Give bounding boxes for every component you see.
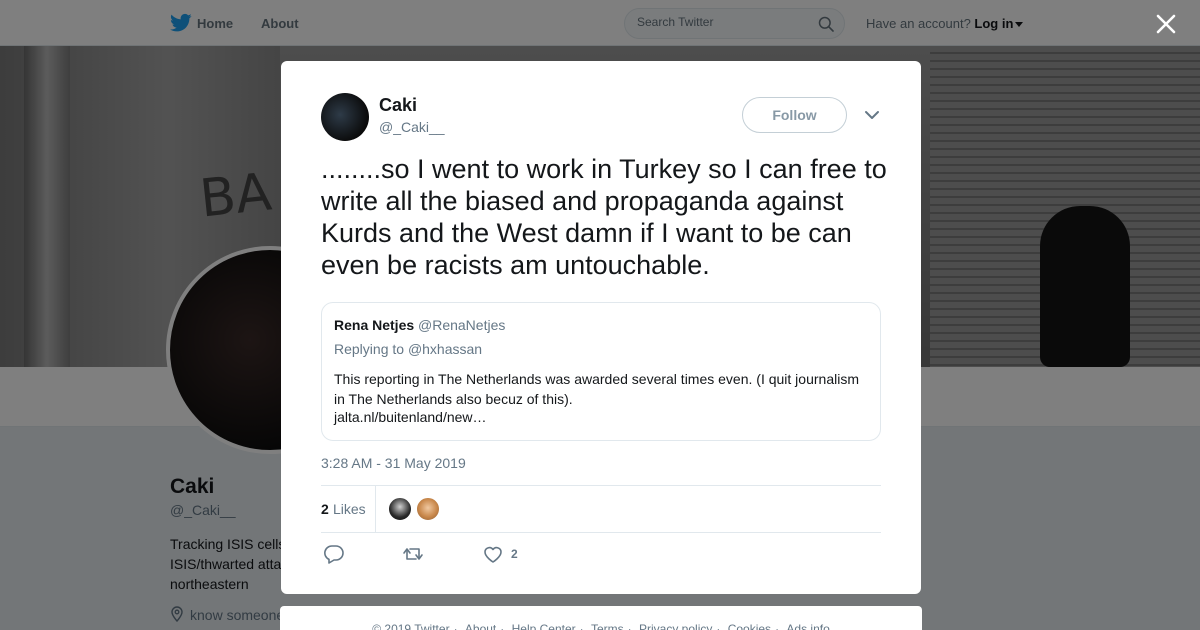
quoted-author-handle: @RenaNetjes	[418, 317, 506, 333]
quoted-text: This reporting in The Netherlands was aw…	[334, 371, 859, 407]
footer-link-terms[interactable]: Terms	[591, 622, 624, 630]
replying-to-handle[interactable]: @hxhassan	[408, 341, 482, 357]
tweet-timestamp[interactable]: 3:28 AM - 31 May 2019	[321, 455, 466, 471]
tweet-actions: 2	[321, 544, 881, 564]
quoted-link[interactable]: jalta.nl/buitenland/new…	[334, 409, 487, 425]
heart-icon[interactable]	[482, 544, 504, 564]
stats-divider	[375, 486, 376, 532]
quoted-author-name: Rena Netjes	[334, 317, 415, 333]
replying-prefix: Replying to	[334, 341, 405, 357]
likes-count[interactable]: 2	[321, 501, 329, 517]
follow-button[interactable]: Follow	[742, 97, 847, 133]
footer-links: © 2019 Twitter · About · Help Center · Term…	[280, 622, 922, 630]
footer-link-cookies[interactable]: Cookies	[728, 622, 771, 630]
retweet-icon[interactable]	[402, 544, 424, 564]
tweet-modal: Caki @_Caki__ Follow ........so I went t…	[281, 61, 921, 594]
like-action-count: 2	[511, 547, 518, 561]
tweet-stats: 2 Likes	[321, 485, 881, 533]
likes-label[interactable]: Likes	[333, 501, 366, 517]
reply-icon[interactable]	[323, 544, 345, 564]
quoted-tweet[interactable]: Rena Netjes @RenaNetjes Replying to @hxh…	[321, 302, 881, 441]
tweet-author-name[interactable]: Caki	[379, 95, 417, 116]
footer-link-privacy[interactable]: Privacy policy	[639, 622, 712, 630]
tweet-author-avatar[interactable]	[321, 93, 369, 141]
tweet-text: ........so I went to work in Turkey so I…	[321, 154, 887, 280]
footer-link-help[interactable]: Help Center	[512, 622, 576, 630]
quoted-replying-to: Replying to @hxhassan	[334, 341, 482, 357]
liker-avatar[interactable]	[416, 497, 440, 521]
footer-link-about[interactable]: About	[465, 622, 496, 630]
chevron-down-icon[interactable]	[863, 108, 881, 122]
liker-avatar[interactable]	[388, 497, 412, 521]
footer: © 2019 Twitter · About · Help Center · Term…	[280, 606, 922, 630]
tweet-author-handle[interactable]: @_Caki__	[379, 119, 445, 135]
footer-link-copyright[interactable]: © 2019 Twitter	[372, 622, 449, 630]
close-icon[interactable]	[1154, 12, 1178, 36]
footer-link-ads[interactable]: Ads info	[786, 622, 829, 630]
